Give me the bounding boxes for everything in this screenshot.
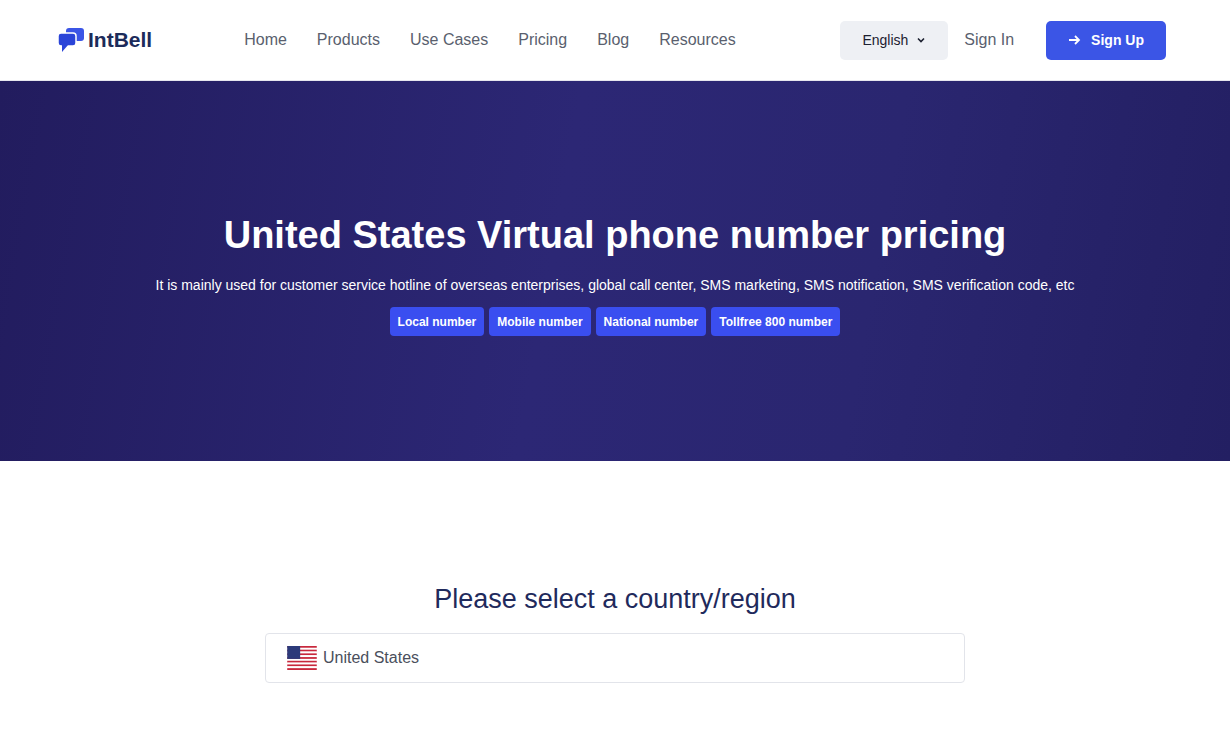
chevron-down-icon [916, 35, 926, 45]
country-select[interactable]: United States [265, 633, 965, 683]
arrow-right-icon [1068, 34, 1081, 46]
header-actions: English Sign In Sign Up [840, 21, 1166, 60]
number-type-tag[interactable]: Tollfree 800 number [711, 307, 840, 336]
number-type-tag[interactable]: National number [596, 307, 707, 336]
nav-item[interactable]: Resources [659, 31, 735, 49]
chat-bubble-icon [57, 27, 85, 53]
hero-subtitle: It is mainly used for customer service h… [146, 277, 1085, 293]
language-dropdown[interactable]: English [840, 21, 948, 60]
header: IntBell Home Products Use Cases Pricing Blog R… [0, 0, 1230, 81]
number-type-tag[interactable]: Mobile number [489, 307, 590, 336]
hero-title: United States Virtual phone number prici… [224, 214, 1007, 257]
us-flag-icon [286, 646, 318, 670]
sign-in-link[interactable]: Sign In [964, 31, 1014, 49]
sign-up-button[interactable]: Sign Up [1046, 21, 1166, 60]
nav-item[interactable]: Home [244, 31, 287, 49]
page: IntBell Home Products Use Cases Pricing Blog R… [0, 0, 1230, 740]
nav-item[interactable]: Blog [597, 31, 629, 49]
country-heading: Please select a country/region [434, 584, 796, 615]
tag-row: Local numberMobile numberNational number… [390, 307, 841, 336]
nav: Home Products Use Cases Pricing Blog Resource… [244, 31, 736, 49]
hero-banner: United States Virtual phone number prici… [0, 81, 1230, 461]
logo[interactable]: IntBell [57, 27, 152, 53]
nav-item[interactable]: Use Cases [410, 31, 488, 49]
nav-item[interactable]: Products [317, 31, 380, 49]
nav-item[interactable]: Pricing [518, 31, 567, 49]
country-section: Please select a country/region United Sta… [0, 461, 1230, 683]
number-type-tag[interactable]: Local number [390, 307, 485, 336]
